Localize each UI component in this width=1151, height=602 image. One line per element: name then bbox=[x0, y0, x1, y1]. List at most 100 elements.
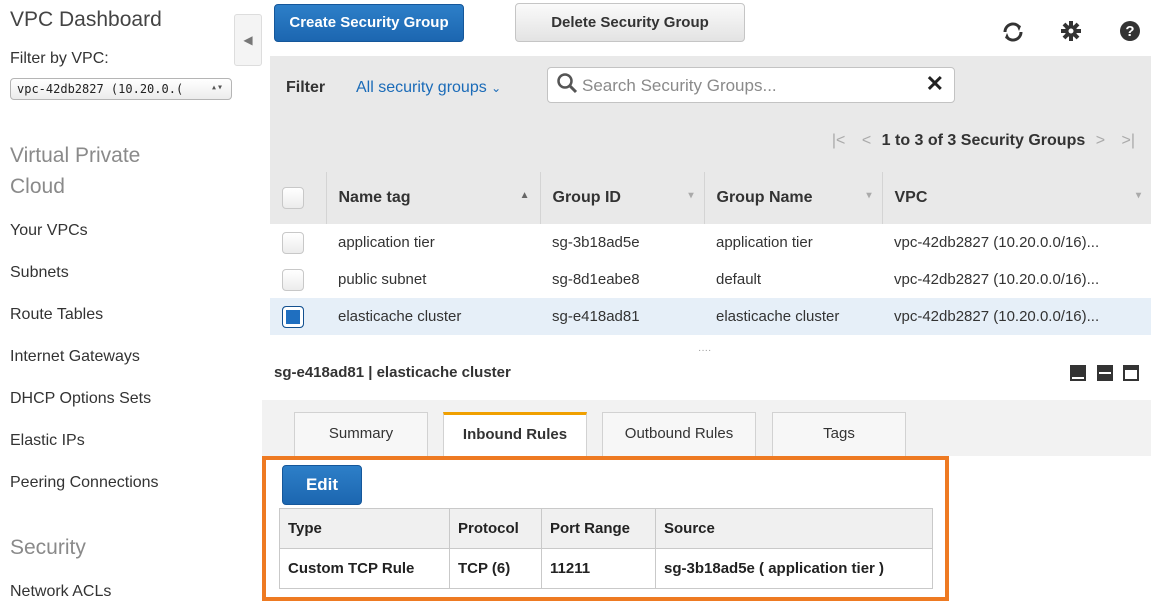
row-checkbox-cell[interactable] bbox=[270, 224, 326, 261]
cell-name-tag: elasticache cluster bbox=[326, 298, 540, 335]
sidebar-title[interactable]: VPC Dashboard bbox=[10, 8, 162, 32]
section-heading-security: Security bbox=[10, 536, 86, 559]
sidebar-item-network-acls[interactable]: Network ACLs bbox=[10, 583, 111, 601]
last-page-icon[interactable]: >| bbox=[1122, 132, 1136, 149]
next-page-icon[interactable]: > bbox=[1096, 132, 1105, 149]
cell-vpc: vpc-42db2827 (10.20.0.0/16)... bbox=[894, 271, 1100, 288]
sidebar-item-subnets[interactable]: Subnets bbox=[10, 264, 69, 282]
pane-minimize-icon[interactable] bbox=[1123, 365, 1139, 381]
tab-summary[interactable]: Summary bbox=[294, 412, 428, 456]
rules-header-row: Type Protocol Port Range Source bbox=[279, 508, 933, 549]
cell-group-id: sg-e418ad81 bbox=[540, 298, 704, 335]
refresh-icon[interactable] bbox=[1001, 20, 1025, 50]
svg-text:?: ? bbox=[1125, 23, 1134, 40]
column-label: Group Name bbox=[716, 189, 813, 206]
rules-column-source: Source bbox=[655, 508, 933, 549]
cell-name-tag: application tier bbox=[338, 234, 435, 251]
column-label: VPC bbox=[894, 189, 928, 206]
sort-asc-icon: ▲ bbox=[519, 190, 530, 201]
select-all-checkbox[interactable] bbox=[282, 187, 304, 209]
column-label: Name tag bbox=[338, 189, 411, 206]
sort-icon: ▾ bbox=[866, 190, 872, 201]
vpc-filter-value: vpc-42db2827 (10.20.0.( bbox=[17, 82, 184, 96]
column-header-vpc[interactable]: VPC ▾ bbox=[882, 172, 1151, 224]
vpc-filter-select[interactable]: vpc-42db2827 (10.20.0.( ▴▾ bbox=[10, 78, 232, 100]
table-row[interactable]: public subnet sg-8d1eabe8 default vpc-42… bbox=[270, 261, 1151, 298]
detail-title: sg-e418ad81 | elasticache cluster bbox=[274, 364, 511, 381]
rule-source: sg-3b18ad5e ( application tier ) bbox=[655, 548, 933, 589]
clear-search-icon[interactable]: ✕ bbox=[926, 71, 944, 97]
column-header-name-tag[interactable]: Name tag ▲ bbox=[326, 172, 541, 224]
tab-inbound-rules[interactable]: Inbound Rules bbox=[443, 412, 587, 457]
cell-group-name: default bbox=[716, 271, 762, 288]
sidebar-item-your-vpcs[interactable]: Your VPCs bbox=[10, 222, 88, 240]
help-icon[interactable]: ? bbox=[1119, 20, 1141, 48]
pane-maximize-icon[interactable] bbox=[1070, 365, 1087, 381]
column-label: Group ID bbox=[552, 189, 621, 206]
filter-by-vpc-label: Filter by VPC: bbox=[10, 50, 109, 67]
sidebar-item-route-tables[interactable]: Route Tables bbox=[10, 306, 103, 324]
pagination-text: 1 to 3 of 3 Security Groups bbox=[881, 132, 1086, 149]
column-header-group-name[interactable]: Group Name ▾ bbox=[704, 172, 883, 224]
row-checkbox-cell[interactable] bbox=[270, 298, 326, 335]
row-checkbox[interactable] bbox=[282, 268, 304, 291]
select-arrows-icon: ▴▾ bbox=[210, 82, 223, 93]
rule-port-range: 11211 bbox=[541, 548, 656, 589]
first-page-icon[interactable]: |< bbox=[832, 132, 846, 149]
rules-column-port-range: Port Range bbox=[541, 508, 656, 549]
sort-icon: ▾ bbox=[1135, 190, 1141, 201]
tab-outbound-rules[interactable]: Outbound Rules bbox=[602, 412, 756, 456]
delete-security-group-button[interactable]: Delete Security Group bbox=[515, 3, 745, 42]
filter-dropdown-label: All security groups bbox=[356, 79, 487, 96]
rule-protocol: TCP (6) bbox=[449, 548, 542, 589]
tab-tags[interactable]: Tags bbox=[772, 412, 906, 456]
collapse-sidebar-button[interactable]: ◀ bbox=[234, 14, 262, 66]
sort-icon: ▾ bbox=[688, 190, 694, 201]
sidebar: VPC Dashboard Filter by VPC: vpc-42db282… bbox=[0, 0, 240, 602]
security-group-filter-dropdown[interactable]: All security groups ⌄ bbox=[356, 79, 501, 97]
chevron-down-icon: ⌄ bbox=[491, 81, 502, 95]
sidebar-item-peering-connections[interactable]: Peering Connections bbox=[10, 474, 159, 492]
cell-group-id: sg-8d1eabe8 bbox=[552, 271, 640, 288]
security-groups-table: Name tag ▲ Group ID ▾ Group Name ▾ VPC ▾ app… bbox=[270, 172, 1151, 335]
table-header-row: Name tag ▲ Group ID ▾ Group Name ▾ VPC ▾ bbox=[270, 172, 1151, 224]
section-heading-vpc: Virtual Private Cloud bbox=[10, 144, 141, 198]
gear-icon[interactable] bbox=[1060, 20, 1082, 48]
row-checkbox[interactable] bbox=[282, 231, 304, 254]
search-security-groups-input[interactable]: Search Security Groups... ✕ bbox=[547, 67, 955, 103]
pane-layout-controls bbox=[1064, 365, 1139, 386]
table-row-selected[interactable]: elasticache cluster sg-e418ad81 elastica… bbox=[270, 298, 1151, 335]
create-security-group-button[interactable]: Create Security Group bbox=[274, 4, 464, 42]
filter-panel: Filter All security groups ⌄ Search Secu… bbox=[270, 56, 1151, 172]
previous-page-icon[interactable]: < bbox=[862, 132, 871, 149]
sidebar-item-elastic-ips[interactable]: Elastic IPs bbox=[10, 432, 85, 450]
pane-split-icon[interactable] bbox=[1096, 365, 1113, 381]
sidebar-item-dhcp-options-sets[interactable]: DHCP Options Sets bbox=[10, 390, 151, 408]
rules-row: Custom TCP Rule TCP (6) 11211 sg-3b18ad5… bbox=[279, 548, 933, 589]
column-header-group-id[interactable]: Group ID ▾ bbox=[540, 172, 705, 224]
pagination: |< < 1 to 3 of 3 Security Groups > >| bbox=[826, 132, 1141, 150]
chevron-left-icon: ◀ bbox=[243, 33, 253, 47]
main-content: Create Security Group Delete Security Gr… bbox=[262, 0, 1151, 602]
rules-column-protocol: Protocol bbox=[449, 508, 542, 549]
inbound-rules-table: Type Protocol Port Range Source Custom T… bbox=[279, 508, 933, 589]
filter-label: Filter bbox=[286, 79, 326, 96]
resize-handle[interactable]: ···· bbox=[698, 345, 711, 356]
table-row[interactable]: application tier sg-3b18ad5e application… bbox=[270, 224, 1151, 261]
rules-column-type: Type bbox=[279, 508, 450, 549]
cell-group-name: application tier bbox=[716, 234, 813, 251]
cell-vpc: vpc-42db2827 (10.20.0.0/16)... bbox=[894, 234, 1100, 251]
cell-vpc: vpc-42db2827 (10.20.0.0/16)... bbox=[882, 298, 1151, 335]
search-placeholder: Search Security Groups... bbox=[582, 76, 777, 95]
edit-button[interactable]: Edit bbox=[282, 465, 362, 505]
search-icon bbox=[557, 73, 578, 94]
cell-group-id: sg-3b18ad5e bbox=[552, 234, 640, 251]
row-checkbox-checked[interactable] bbox=[282, 305, 304, 328]
cell-group-name: elasticache cluster bbox=[704, 298, 882, 335]
cell-name-tag: public subnet bbox=[338, 271, 427, 288]
sidebar-item-internet-gateways[interactable]: Internet Gateways bbox=[10, 348, 140, 366]
rule-type: Custom TCP Rule bbox=[279, 548, 450, 589]
select-all-checkbox-cell[interactable] bbox=[270, 172, 327, 224]
detail-tabs: Summary Inbound Rules Outbound Rules Tag… bbox=[262, 400, 1151, 457]
row-checkbox-cell[interactable] bbox=[270, 261, 326, 298]
